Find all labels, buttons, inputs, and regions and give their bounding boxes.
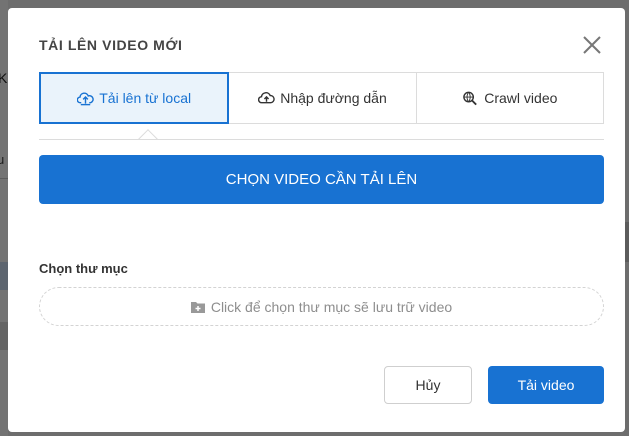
folder-plus-icon: [190, 301, 205, 313]
tabs-divider: [39, 139, 604, 140]
cloud-upload-solid-icon: [258, 92, 275, 104]
tab-upload-local[interactable]: Tải lên từ local: [39, 72, 230, 124]
close-button[interactable]: [581, 34, 603, 56]
modal-title: TẢI LÊN VIDEO MỚI: [39, 37, 183, 53]
tab-crawl-video[interactable]: Crawl video: [416, 72, 604, 124]
folder-picker[interactable]: Click để chọn thư mục sẽ lưu trữ video: [39, 287, 604, 326]
search-globe-icon: [463, 91, 478, 106]
tab-label: Tải lên từ local: [99, 90, 192, 106]
tab-enter-url[interactable]: Nhập đường dẫn: [229, 72, 417, 124]
tab-label: Crawl video: [484, 90, 558, 106]
cancel-button[interactable]: Hủy: [384, 366, 472, 404]
folder-label: Chọn thư mục: [39, 261, 128, 276]
folder-placeholder: Click để chọn thư mục sẽ lưu trữ video: [210, 298, 453, 315]
upload-video-button[interactable]: Tải video: [488, 366, 604, 404]
upload-source-tabs: Tải lên từ local Nhập đường dẫn Crawl vi…: [39, 72, 604, 124]
cloud-upload-icon: [77, 92, 95, 106]
upload-video-modal: TẢI LÊN VIDEO MỚI Tải lên từ local Nhập …: [8, 8, 625, 432]
tab-label: Nhập đường dẫn: [280, 90, 387, 106]
close-icon: [583, 36, 601, 54]
select-video-button[interactable]: CHỌN VIDEO CẦN TẢI LÊN: [39, 155, 604, 204]
